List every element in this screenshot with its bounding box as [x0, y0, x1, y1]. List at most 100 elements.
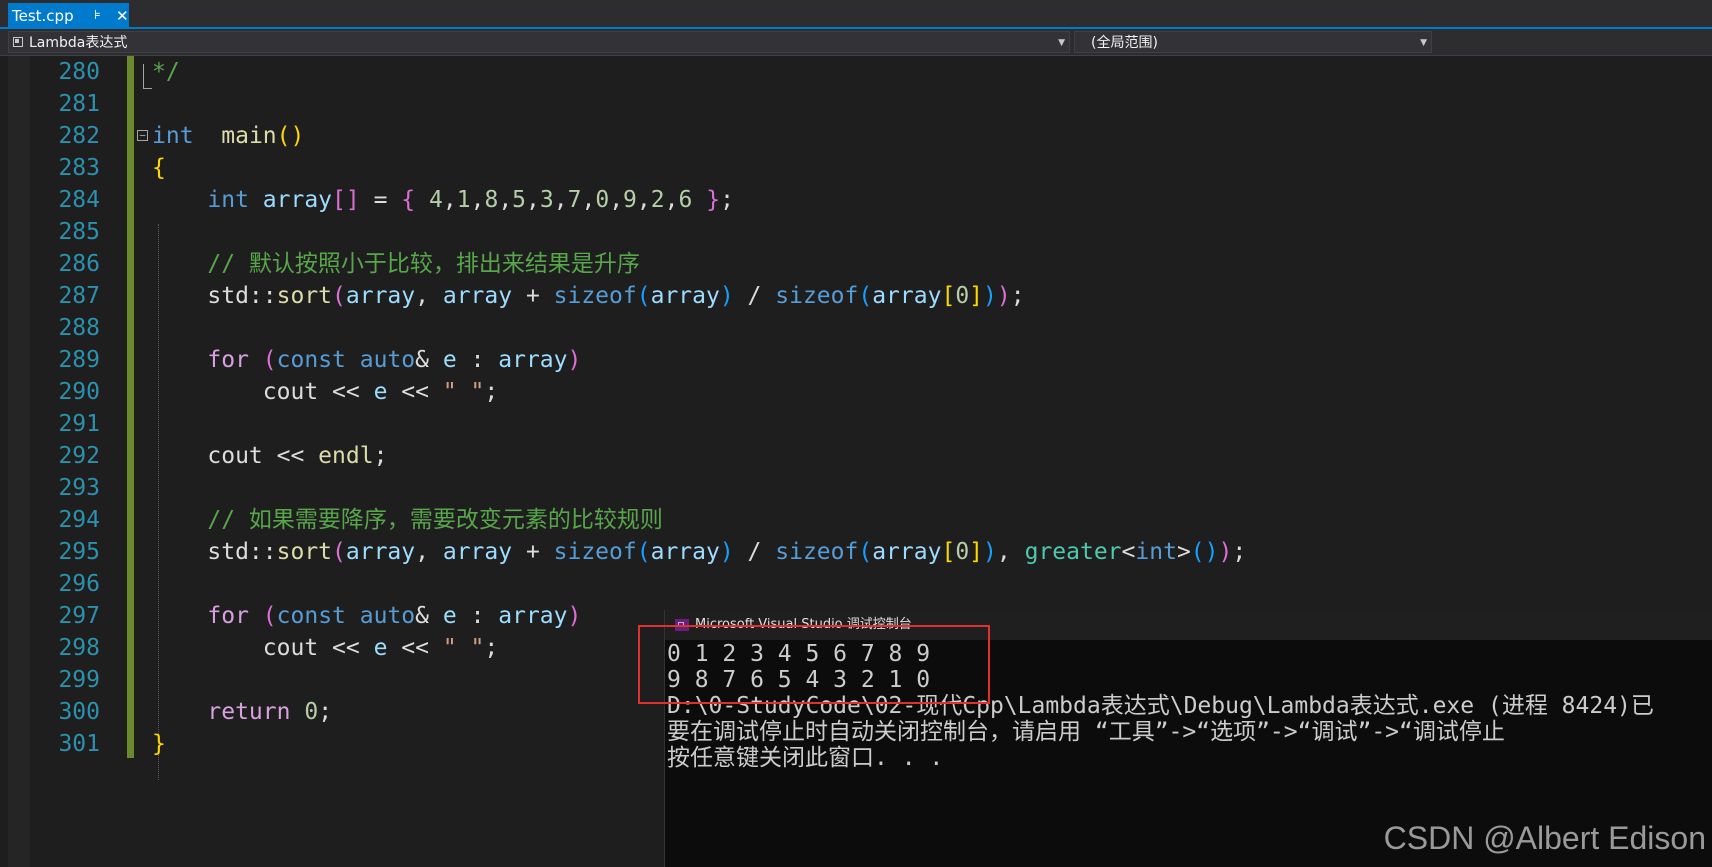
code-line[interactable]: 292 cout << endl; [0, 440, 1712, 472]
chevron-down-icon: ▼ [1420, 38, 1427, 48]
code-text: std::sort(array, array + sizeof(array) /… [152, 536, 1246, 568]
code-token: ] [969, 539, 984, 565]
line-number: 289 [58, 347, 100, 373]
code-token: [ [941, 283, 956, 309]
code-token: ; [484, 635, 499, 661]
collapse-icon[interactable]: − [137, 130, 148, 141]
code-token: cout << [152, 443, 319, 469]
code-token: array [498, 603, 568, 629]
code-line[interactable]: 281 [0, 88, 1712, 120]
code-token: ; [1232, 539, 1247, 565]
code-token: array [442, 283, 513, 309]
code-token: int [1135, 539, 1177, 565]
code-token: ) [567, 603, 582, 629]
code-token: 0 [955, 283, 970, 309]
project-icon [13, 37, 23, 47]
code-token: array [345, 283, 416, 309]
code-token: ( [332, 283, 346, 309]
code-line[interactable]: 293 [0, 472, 1712, 504]
code-token: int [207, 187, 249, 213]
code-line[interactable]: 282 − int main() [0, 120, 1712, 152]
code-token: 9 [623, 187, 637, 213]
code-token: // 默认按照小于比较，排出来结果是升序 [207, 251, 640, 277]
code-token: , [553, 187, 568, 213]
line-number: 287 [58, 283, 100, 309]
code-line[interactable]: 280 */ [0, 56, 1712, 89]
code-token: int [152, 123, 194, 149]
code-line[interactable]: 294 // 如果需要降序，需要改变元素的比较规则 [0, 504, 1712, 536]
code-token: sort [276, 539, 333, 565]
code-token: , [470, 187, 485, 213]
code-text: // 默认按照小于比较，排出来结果是升序 [152, 248, 640, 280]
code-token: auto [359, 603, 416, 629]
line-number: 288 [58, 315, 100, 341]
code-token: e [373, 635, 388, 661]
code-token: array [650, 539, 720, 565]
code-token: 0 [304, 699, 319, 725]
tab-title: Test.cpp [12, 7, 74, 25]
code-token: ) [983, 539, 997, 565]
code-token: array [650, 283, 720, 309]
code-line[interactable]: 290 cout << e << " "; [0, 376, 1712, 408]
code-line[interactable]: 286 // 默认按照小于比较，排出来结果是升序 [0, 248, 1712, 280]
code-token: array [345, 539, 416, 565]
code-token: , [498, 187, 513, 213]
code-token: for [207, 347, 249, 373]
code-text: cout << e << " "; [152, 632, 498, 664]
code-token: e [373, 379, 388, 405]
code-token: e [442, 347, 457, 373]
watermark: CSDN @Albert Edison [1383, 820, 1706, 856]
code-token: > [1176, 539, 1191, 565]
code-line[interactable]: 283 { [0, 152, 1712, 184]
code-token: ; [720, 187, 734, 213]
member-scope-dropdown[interactable]: (全局范围) ▼ [1074, 31, 1432, 53]
code-token: } [706, 187, 721, 213]
code-token: e [442, 603, 457, 629]
code-token: sizeof [775, 283, 859, 309]
code-line[interactable]: 287 std::sort(array, array + sizeof(arra… [0, 280, 1712, 312]
document-tab-strip: Test.cpp ⊧ ✕ [0, 0, 1712, 29]
code-token: */ [152, 59, 180, 85]
comment-end-marker [143, 64, 152, 89]
tab-test-cpp[interactable]: Test.cpp ⊧ ✕ [8, 3, 129, 29]
code-token: sizeof [775, 539, 859, 565]
code-text: int array[] = { 4,1,8,5,3,7,0,9,2,6 }; [152, 184, 734, 216]
line-number: 296 [58, 571, 100, 597]
code-token: 8 [484, 187, 499, 213]
code-text: } [152, 728, 166, 760]
code-token: array [262, 187, 333, 213]
code-token: ( [332, 539, 346, 565]
code-token: { [401, 187, 416, 213]
line-number: 294 [58, 507, 100, 533]
code-token: & [415, 347, 443, 373]
code-line[interactable]: 285 [0, 216, 1712, 248]
code-token: ] [969, 283, 984, 309]
line-number: 295 [58, 539, 100, 565]
line-number: 292 [58, 443, 100, 469]
code-token: 7 [567, 187, 582, 213]
line-number: 297 [58, 603, 100, 629]
code-token: , [581, 187, 596, 213]
code-line[interactable]: 295 std::sort(array, array + sizeof(arra… [0, 536, 1712, 568]
code-line[interactable]: 296 [0, 568, 1712, 600]
code-text: std::sort(array, array + sizeof(array) /… [152, 280, 1024, 312]
code-token: auto [359, 347, 416, 373]
pin-icon[interactable]: ⊧ [94, 3, 101, 29]
code-line[interactable]: 284 int array[] = { 4,1,8,5,3,7,0,9,2,6 … [0, 184, 1712, 216]
code-line[interactable]: 288 [0, 312, 1712, 344]
project-scope-dropdown[interactable]: Lambda表达式 ▼ [8, 31, 1070, 53]
code-token: cout << [152, 635, 374, 661]
output-highlight-box [638, 625, 990, 704]
close-icon[interactable]: ✕ [116, 3, 129, 29]
code-line[interactable]: 291 [0, 408, 1712, 440]
chevron-down-icon: ▼ [1058, 38, 1065, 48]
code-token: endl [318, 443, 374, 469]
code-line[interactable]: 289 for (const auto& e : array) [0, 344, 1712, 376]
